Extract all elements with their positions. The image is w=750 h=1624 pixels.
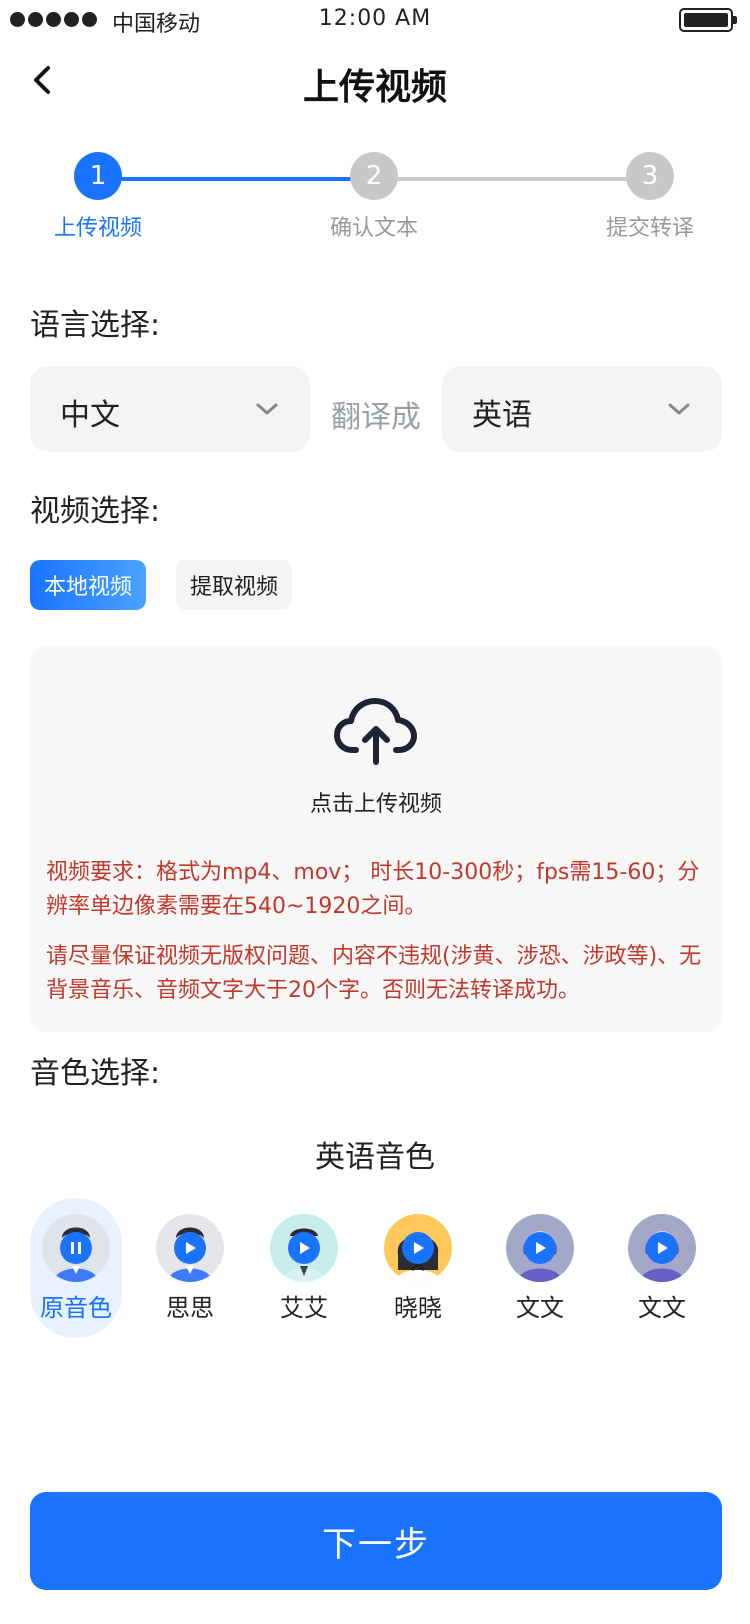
target-language-value: 英语 xyxy=(472,398,532,433)
progress-stepper: 1 上传视频 2 确认文本 3 提交转译 xyxy=(0,152,750,252)
translate-to-label: 翻译成 xyxy=(331,400,421,435)
target-language-select[interactable]: 英语 xyxy=(442,366,722,452)
step-number: 1 xyxy=(74,152,122,200)
step-upload: 1 上传视频 xyxy=(18,152,178,242)
chevron-down-icon xyxy=(668,403,690,415)
play-icon xyxy=(646,1232,678,1264)
pause-icon xyxy=(60,1232,92,1264)
upload-video-button[interactable]: 点击上传视频 xyxy=(30,646,722,826)
step-submit: 3 提交转译 xyxy=(570,152,730,242)
cloud-upload-icon xyxy=(334,698,417,765)
next-step-button[interactable]: 下一步 xyxy=(30,1492,722,1590)
source-language-value: 中文 xyxy=(60,398,120,433)
play-icon xyxy=(402,1232,434,1264)
step-number: 2 xyxy=(350,152,398,200)
voice-option-aiai[interactable]: 艾艾 xyxy=(258,1198,350,1338)
voice-section-label: 音色选择: xyxy=(30,1056,161,1091)
source-language-select[interactable]: 中文 xyxy=(30,366,310,452)
play-icon xyxy=(288,1232,320,1264)
step-label: 提交转译 xyxy=(605,216,694,241)
voice-option-sisi[interactable]: 思思 xyxy=(144,1198,236,1338)
voice-option-xiaoxiao[interactable]: 晓晓 xyxy=(372,1198,464,1338)
upload-hint: 点击上传视频 xyxy=(309,792,442,817)
video-section-label: 视频选择: xyxy=(30,494,161,529)
video-requirements: 视频要求：格式为mp4、mov； 时长10-300秒；fps需15-60；分辨率… xyxy=(46,860,700,919)
step-label: 确认文本 xyxy=(329,216,418,241)
step-label: 上传视频 xyxy=(53,216,142,241)
tab-extract-video[interactable]: 提取视频 xyxy=(176,560,293,610)
voice-option-original[interactable]: 原音色 xyxy=(30,1198,122,1338)
voice-name: 思思 xyxy=(166,1294,214,1322)
step-number: 3 xyxy=(626,152,674,200)
page-title: 上传视频 xyxy=(302,67,447,108)
voice-language-title: 英语音色 xyxy=(315,1140,435,1175)
voice-name: 文文 xyxy=(638,1294,686,1322)
voice-option-wenwen-2[interactable]: 文文 xyxy=(616,1198,708,1338)
tab-local-video[interactable]: 本地视频 xyxy=(30,560,147,610)
play-icon xyxy=(524,1232,556,1264)
language-section-label: 语言选择: xyxy=(30,308,161,343)
voice-option-wenwen-1[interactable]: 文文 xyxy=(494,1198,586,1338)
content-requirements: 请尽量保证视频无版权问题、内容不违规(涉黄、涉恐、涉政等)、无背景音乐、音频文字… xyxy=(46,944,702,1003)
status-bar: 中国移动 12:00 AM xyxy=(0,0,750,40)
play-icon xyxy=(174,1232,206,1264)
step-confirm: 2 确认文本 xyxy=(294,152,454,242)
voice-name: 原音色 xyxy=(40,1294,112,1322)
voice-name: 晓晓 xyxy=(394,1294,442,1322)
battery-icon xyxy=(679,8,737,32)
voice-name: 艾艾 xyxy=(280,1294,328,1322)
chevron-down-icon xyxy=(256,403,278,415)
upload-card: 点击上传视频 视频要求：格式为mp4、mov； 时长10-300秒；fps需15… xyxy=(30,646,722,1032)
status-time: 12:00 AM xyxy=(318,6,432,31)
voice-name: 文文 xyxy=(516,1294,564,1322)
